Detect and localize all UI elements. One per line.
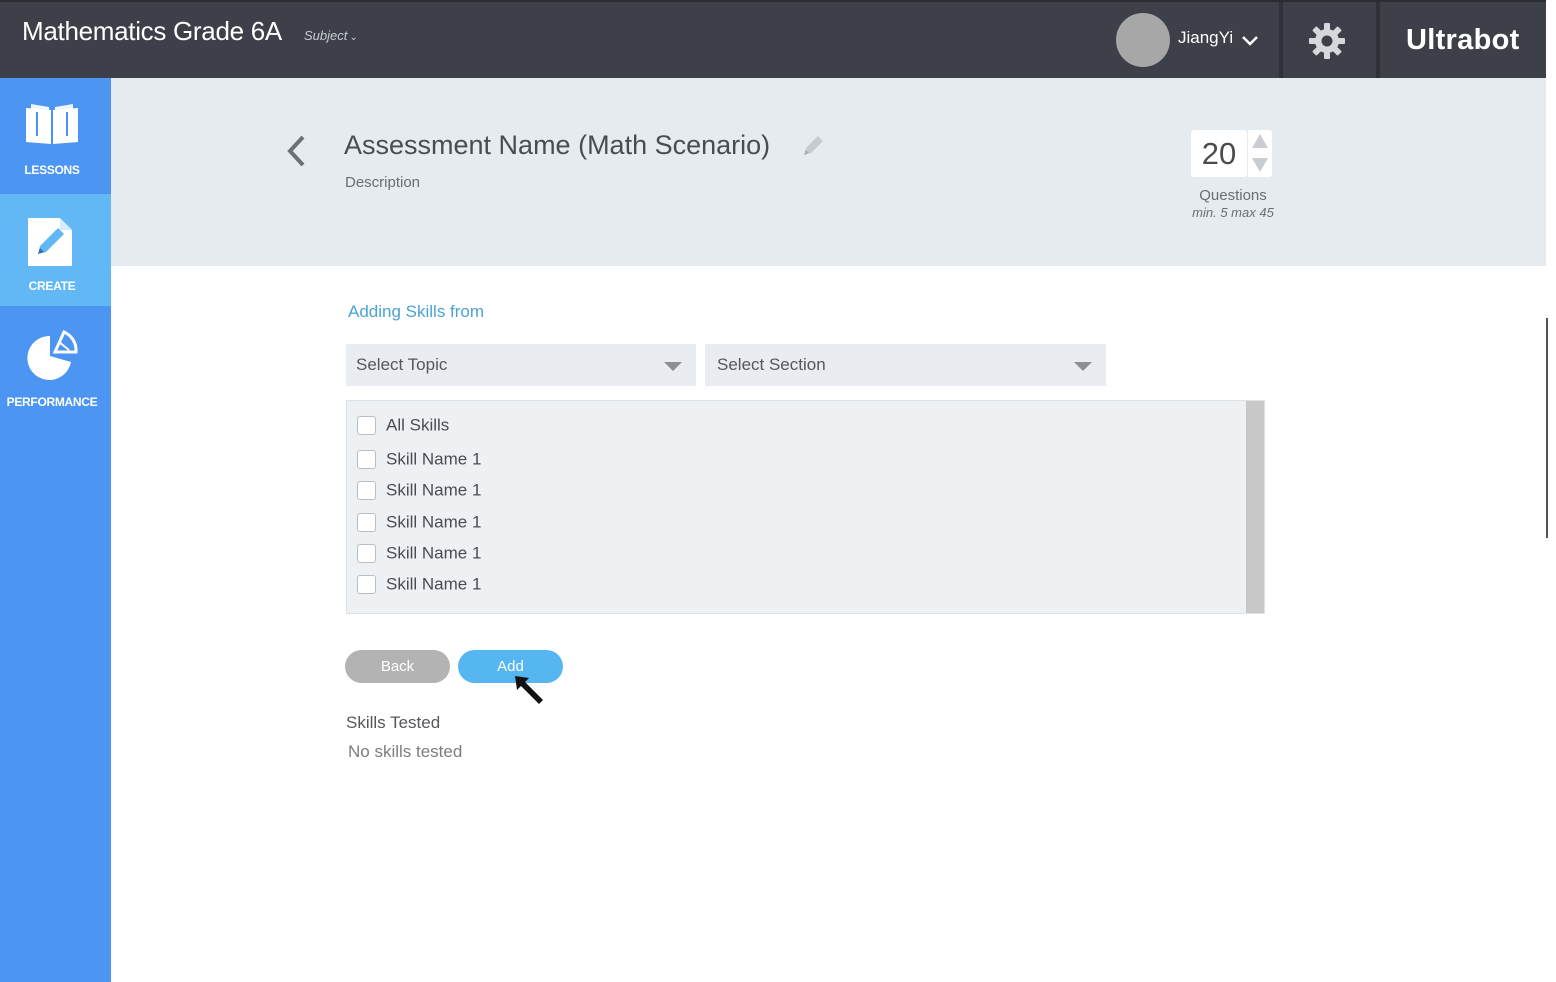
subject-label: Subject [304, 28, 348, 43]
book-icon [26, 104, 78, 144]
checkbox[interactable] [357, 575, 376, 595]
skills-tested-value: No skills tested [348, 742, 463, 761]
sidebar-item-lessons[interactable]: LESSONS [0, 78, 111, 190]
questions-range: min. 5 max 45 [1192, 205, 1274, 220]
edit-pencil-icon[interactable] [800, 133, 826, 159]
checkbox[interactable] [357, 544, 376, 564]
mouse-cursor-icon [515, 676, 543, 704]
dropdown-arrow-icon [1074, 362, 1092, 371]
pie-chart-icon [27, 330, 78, 380]
select-topic-dropdown[interactable]: Select Topic [346, 344, 696, 386]
skills-scrollbar[interactable] [1246, 401, 1264, 613]
divider [1376, 2, 1380, 80]
checkbox[interactable] [357, 513, 376, 533]
skill-checkbox[interactable]: Skill Name 1 [357, 480, 481, 504]
assessment-title: Assessment Name (Math Scenario) [344, 130, 771, 160]
chevron-down-icon[interactable] [1240, 30, 1260, 50]
stepper-up-icon [1252, 134, 1268, 148]
add-button[interactable]: Add [458, 650, 563, 683]
select-topic-value: Select Topic [356, 355, 448, 374]
subject-dropdown[interactable]: Subject ⌄ [304, 28, 358, 43]
questions-label: Questions [1199, 187, 1267, 204]
stepper-down-icon [1252, 158, 1268, 172]
skill-label: Skill Name 1 [386, 480, 482, 500]
top-bar: Mathematics Grade 6A Subject ⌄ JiangYi Ul… [0, 0, 1546, 80]
checkbox[interactable] [357, 481, 376, 501]
adding-skills-heading: Adding Skills from [348, 302, 485, 321]
skills-list: All Skills Skill Name 1 Skill Name 1 Ski… [346, 400, 1265, 614]
sidebar-item-performance[interactable]: PERFORMANCE [0, 310, 111, 422]
sidebar-item-create[interactable]: CREATE [0, 194, 111, 306]
select-section-value: Select Section [717, 355, 826, 374]
chevron-down-icon: ⌄ [349, 32, 358, 43]
brand-logo: Ultrabot [1406, 24, 1520, 56]
avatar[interactable] [1116, 13, 1170, 67]
skill-label: All Skills [386, 415, 450, 435]
all-skills-checkbox[interactable]: All Skills [357, 415, 449, 439]
sidebar: LESSONS CREATE PERFORMANCE [0, 78, 111, 982]
divider [1279, 2, 1283, 80]
select-section-dropdown[interactable]: Select Section [705, 344, 1106, 386]
skill-label: Skill Name 1 [386, 574, 482, 594]
skill-label: Skill Name 1 [386, 512, 482, 532]
page-scrollbar[interactable] [1546, 318, 1548, 538]
dropdown-arrow-icon [664, 362, 682, 371]
user-menu[interactable]: JiangYi [1178, 28, 1233, 48]
assessment-description: Description [345, 174, 421, 191]
class-title: Mathematics Grade 6A [22, 16, 282, 46]
skill-label: Skill Name 1 [386, 449, 482, 469]
question-count-stepper[interactable] [1248, 130, 1272, 177]
back-arrow-icon[interactable] [283, 133, 311, 169]
checkbox[interactable] [357, 416, 376, 436]
checkbox[interactable] [357, 450, 376, 470]
skill-checkbox[interactable]: Skill Name 1 [357, 543, 481, 567]
assessment-header [111, 78, 1546, 266]
skill-label: Skill Name 1 [386, 543, 482, 563]
skills-tested-title: Skills Tested [346, 713, 441, 732]
sidebar-item-label: PERFORMANCE [6, 395, 98, 409]
back-button[interactable]: Back [345, 650, 450, 683]
skill-checkbox[interactable]: Skill Name 1 [357, 512, 481, 536]
sidebar-item-label: LESSONS [24, 163, 80, 177]
sidebar-item-label: CREATE [28, 279, 76, 293]
skill-checkbox[interactable]: Skill Name 1 [357, 449, 481, 473]
pencil-note-icon [28, 218, 72, 266]
skill-checkbox[interactable]: Skill Name 1 [357, 574, 481, 598]
question-count-input[interactable]: 20 [1191, 130, 1247, 177]
gear-icon[interactable] [1307, 21, 1347, 61]
